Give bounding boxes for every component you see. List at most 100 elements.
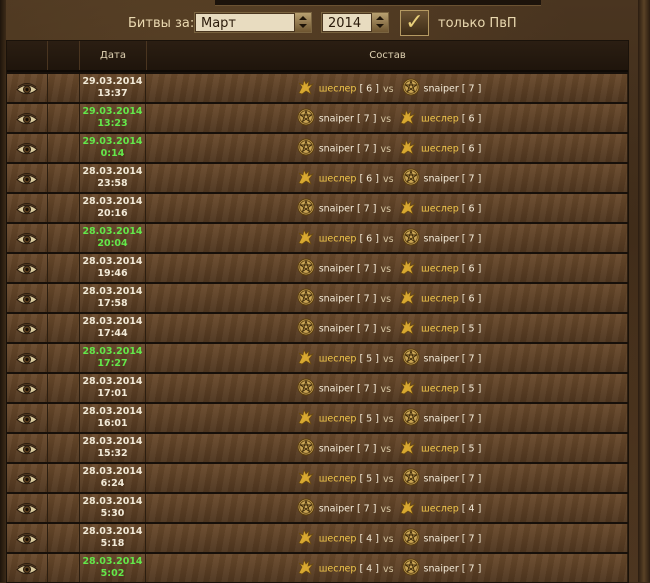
player-name[interactable]: шеслер — [319, 414, 357, 425]
table-row[interactable]: 28.03.2014 15:32 snaiper [ 7 ] vs шеслер [ 5… — [7, 432, 628, 462]
eye-icon[interactable] — [16, 561, 38, 575]
table-row[interactable]: 29.03.2014 13:23 snaiper [ 7 ] vs шеслер [ 6… — [7, 102, 628, 132]
table-row[interactable]: 28.03.2014 17:27 шеслер [ 5 ] vs snaiper [ 7… — [7, 342, 628, 372]
table-row[interactable]: 28.03.2014 6:24 шеслер [ 5 ] vs snaiper [ 7 … — [7, 462, 628, 492]
date-cell: 28.03.2014 19:46 — [80, 254, 146, 282]
player-name[interactable]: шеслер — [319, 564, 357, 575]
year-spinner-icon[interactable] — [371, 13, 388, 32]
header-composition: Состав — [369, 50, 406, 61]
month-spinner-icon[interactable] — [294, 13, 311, 32]
month-select[interactable]: Март — [194, 12, 312, 33]
player-name[interactable]: шеслер — [421, 114, 459, 125]
player-name[interactable]: snaiper — [319, 204, 354, 215]
vs-label: vs — [380, 263, 392, 275]
player-name[interactable]: snaiper — [319, 504, 354, 515]
player-name[interactable]: шеслер — [421, 264, 459, 275]
table-row[interactable]: 28.03.2014 5:18 шеслер [ 4 ] vs snaiper [ 7 … — [7, 522, 628, 552]
player-name[interactable]: snaiper — [319, 294, 354, 305]
view-cell — [7, 254, 48, 282]
pentagram-icon — [402, 78, 420, 96]
battle-time: 17:01 — [97, 388, 128, 399]
eye-icon[interactable] — [16, 141, 38, 155]
blank-cell — [48, 254, 80, 282]
eye-icon[interactable] — [16, 261, 38, 275]
eye-icon[interactable] — [16, 321, 38, 335]
player-name[interactable]: snaiper — [319, 114, 354, 125]
player-name[interactable]: шеслер — [319, 354, 357, 365]
player-name[interactable]: snaiper — [424, 414, 459, 425]
player-name[interactable]: шеслер — [421, 294, 459, 305]
player-name[interactable]: шеслер — [319, 174, 357, 185]
table-row[interactable]: 28.03.2014 5:02 шеслер [ 4 ] vs snaiper [ 7 … — [7, 552, 628, 582]
eye-icon[interactable] — [16, 381, 38, 395]
eye-icon[interactable] — [16, 291, 38, 305]
table-row[interactable]: 29.03.2014 0:14 snaiper [ 7 ] vs шеслер [ 6 … — [7, 132, 628, 162]
table-row[interactable]: 28.03.2014 20:04 шеслер [ 6 ] vs snaiper [ 7… — [7, 222, 628, 252]
player-name[interactable]: шеслер — [319, 534, 357, 545]
battle-time: 20:16 — [97, 208, 128, 219]
table-row[interactable]: 28.03.2014 17:01 snaiper [ 7 ] vs шеслер [ 5… — [7, 372, 628, 402]
vs-label: vs — [380, 113, 392, 125]
player-name[interactable]: шеслер — [319, 234, 357, 245]
table-row[interactable]: 28.03.2014 16:01 шеслер [ 5 ] vs snaiper [ 7… — [7, 402, 628, 432]
player-name[interactable]: snaiper — [424, 534, 459, 545]
gryphon-icon — [399, 288, 417, 306]
player-name[interactable]: шеслер — [421, 384, 459, 395]
date-cell: 29.03.2014 13:37 — [80, 74, 146, 102]
blank-cell — [48, 554, 80, 582]
player-name[interactable]: snaiper — [319, 264, 354, 275]
date-cell: 28.03.2014 6:24 — [80, 464, 146, 492]
battle-date: 28.03.2014 — [82, 526, 143, 537]
eye-icon[interactable] — [16, 441, 38, 455]
player-name[interactable]: snaiper — [424, 174, 459, 185]
player-name[interactable]: snaiper — [319, 324, 354, 335]
table-row[interactable]: 28.03.2014 17:58 snaiper [ 7 ] vs шеслер [ 6… — [7, 282, 628, 312]
vs-label: vs — [382, 473, 394, 485]
player-name[interactable]: snaiper — [319, 144, 354, 155]
player-name[interactable]: snaiper — [424, 84, 459, 95]
table-row[interactable]: 28.03.2014 23:58 шеслер [ 6 ] vs snaiper [ 7… — [7, 162, 628, 192]
player-name[interactable]: шеслер — [421, 144, 459, 155]
player-name[interactable]: шеслер — [319, 474, 357, 485]
table-row[interactable]: 28.03.2014 17:44 snaiper [ 7 ] vs шеслер [ 5… — [7, 312, 628, 342]
eye-icon[interactable] — [16, 201, 38, 215]
eye-icon[interactable] — [16, 531, 38, 545]
eye-icon[interactable] — [16, 81, 38, 95]
date-cell: 28.03.2014 20:16 — [80, 194, 146, 222]
player-name[interactable]: шеслер — [421, 504, 459, 515]
blank-cell — [48, 164, 80, 192]
player-name[interactable]: шеслер — [421, 444, 459, 455]
composition-cell: шеслер [ 4 ] vs snaiper [ 7 ] — [147, 554, 628, 582]
player-name[interactable]: шеслер — [421, 324, 459, 335]
table-row[interactable]: 28.03.2014 20:16 snaiper [ 7 ] vs шеслер [ 6… — [7, 192, 628, 222]
table-row[interactable]: 28.03.2014 5:30 snaiper [ 7 ] vs шеслер [ 4 … — [7, 492, 628, 522]
eye-icon[interactable] — [16, 231, 38, 245]
player-name[interactable]: snaiper — [424, 474, 459, 485]
player-name[interactable]: snaiper — [424, 354, 459, 365]
table-row[interactable]: 29.03.2014 13:37 шеслер [ 6 ] vs snaiper [ 7… — [7, 72, 628, 102]
header-view-col — [7, 41, 48, 70]
pvp-only-checkbox[interactable]: ✓ — [400, 10, 429, 36]
battle-date: 28.03.2014 — [82, 226, 143, 237]
composition-cell: шеслер [ 5 ] vs snaiper [ 7 ] — [147, 404, 628, 432]
gryphon-icon — [297, 228, 315, 246]
player-name[interactable]: snaiper — [319, 444, 354, 455]
battle-time: 5:18 — [100, 538, 125, 549]
eye-icon[interactable] — [16, 411, 38, 425]
composition-cell: snaiper [ 7 ] vs шеслер [ 6 ] — [147, 254, 628, 282]
battle-date: 28.03.2014 — [82, 466, 143, 477]
player-name[interactable]: шеслер — [421, 204, 459, 215]
eye-icon[interactable] — [16, 351, 38, 365]
player-name[interactable]: snaiper — [424, 564, 459, 575]
eye-icon[interactable] — [16, 501, 38, 515]
player-name[interactable]: snaiper — [319, 384, 354, 395]
year-select[interactable]: 2014 — [321, 12, 389, 33]
gryphon-icon — [297, 348, 315, 366]
player-name[interactable]: шеслер — [319, 84, 357, 95]
player-name[interactable]: snaiper — [424, 234, 459, 245]
table-row[interactable]: 28.03.2014 19:46 snaiper [ 7 ] vs шеслер [ 6… — [7, 252, 628, 282]
eye-icon[interactable] — [16, 171, 38, 185]
eye-icon[interactable] — [16, 111, 38, 125]
eye-icon[interactable] — [16, 471, 38, 485]
battle-date: 29.03.2014 — [82, 136, 143, 147]
